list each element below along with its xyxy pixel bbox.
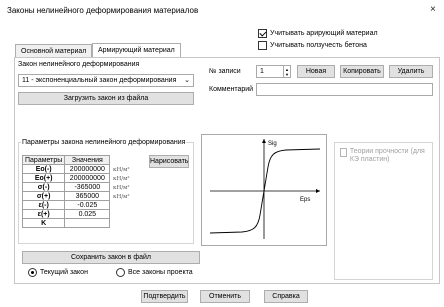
table-row: σ(-) -365000 (21, 182, 111, 192)
param-name: ε(-) (21, 200, 66, 210)
table-row: Eo(-) 200000000 (21, 164, 111, 174)
checkbox-box[interactable] (340, 148, 347, 157)
window-title: Законы нелинейного деформирования матери… (7, 6, 199, 15)
param-name: Eo(+) (21, 173, 66, 183)
cancel-button[interactable]: Отменить (200, 290, 250, 303)
param-name: σ(+) (21, 191, 66, 201)
table-row: Eo(+) 200000000 (21, 173, 111, 183)
help-button[interactable]: Справка (264, 290, 308, 303)
include-creep-checkbox[interactable]: Учитывать ползучесть бетона (258, 41, 367, 50)
delete-record-button[interactable]: Удалить (389, 65, 433, 78)
param-name: K (21, 218, 66, 228)
radio-all-laws[interactable]: Все законы проекта (116, 268, 193, 277)
close-icon[interactable]: × (430, 4, 436, 15)
params-group-title: Параметры закона нелинейного деформирова… (21, 139, 187, 146)
strength-theory-label: Теории прочности (для КЭ пластин) (349, 148, 425, 163)
law-graph-canvas: Sig Eps (209, 139, 321, 239)
new-record-button[interactable]: Новая (297, 65, 335, 78)
param-value[interactable]: 200000000 (64, 173, 111, 183)
unit-label: кН/м² (113, 185, 130, 191)
include-reinforcement-checkbox[interactable]: Учитывать арирующий материал (258, 29, 378, 38)
include-creep-label: Учитывать ползучесть бетона (270, 42, 367, 49)
param-value[interactable]: 0.025 (64, 209, 111, 219)
param-value[interactable]: -365000 (64, 182, 111, 192)
copy-record-button[interactable]: Копировать (340, 65, 384, 78)
law-select[interactable]: 11 - экспоненциальный закон деформирован… (18, 74, 194, 87)
y-axis-arrow-icon (262, 139, 266, 143)
tab-main-material[interactable]: Основной материал (15, 44, 93, 58)
record-number-input[interactable]: 1 (256, 65, 284, 78)
chevron-down-icon: ⌄ (184, 77, 190, 84)
radio-dot[interactable] (28, 268, 37, 277)
radio-dot[interactable] (116, 268, 125, 277)
include-reinforcement-label: Учитывать арирующий материал (270, 30, 378, 37)
x-axis-arrow-icon (316, 189, 320, 193)
param-value[interactable]: 365000 (64, 191, 111, 201)
param-value[interactable]: -0.025 (64, 200, 111, 210)
confirm-button[interactable]: Подтвердить (141, 290, 188, 303)
param-name: Eo(-) (21, 164, 66, 174)
x-axis-label: Eps (300, 197, 310, 203)
params-table: Параметры Значения Eo(-) 200000000 Eo(+) 2… (21, 155, 111, 228)
save-law-button[interactable]: Сохранить закон в файл (22, 251, 200, 264)
unit-label: кН/м² (113, 176, 130, 182)
radio-current-law[interactable]: Текущий закон (28, 268, 88, 277)
param-column-header: Параметры (21, 155, 66, 165)
table-row: K (21, 218, 111, 228)
radio-current-law-label: Текущий закон (40, 269, 88, 276)
value-column-header: Значения (64, 155, 111, 165)
units-column: кН/м² кН/м² кН/м² кН/м² (113, 166, 145, 202)
table-row: ε(+) 0.025 (21, 209, 111, 219)
tab-reinforcing-material[interactable]: Армирующий материал (92, 43, 181, 58)
draw-button[interactable]: Нарисовать (149, 155, 189, 168)
comment-label: Комментарий (209, 86, 254, 93)
load-law-button[interactable]: Загрузить закон из файла (18, 92, 194, 105)
unit-label: кН/м² (113, 194, 130, 200)
strength-theory-checkbox[interactable]: Теории прочности (для КЭ пластин) (340, 148, 430, 164)
law-heading: Закон нелинейного деформирования (18, 61, 140, 68)
chevron-down-icon[interactable]: ▼ (285, 72, 289, 77)
record-spinner[interactable]: ▲ ▼ (283, 65, 291, 78)
param-value[interactable]: 200000000 (64, 164, 111, 174)
checkbox-box[interactable] (258, 29, 267, 38)
unit-label: кН/м² (113, 167, 130, 173)
param-name: ε(+) (21, 209, 66, 219)
table-row: σ(+) 365000 (21, 191, 111, 201)
law-select-value: 11 - экспоненциальный закон деформирован… (22, 77, 177, 84)
comment-input[interactable] (256, 83, 433, 96)
checkbox-box[interactable] (258, 41, 267, 50)
radio-all-laws-label: Все законы проекта (128, 269, 193, 276)
param-name: σ(-) (21, 182, 66, 192)
param-value[interactable] (64, 218, 111, 228)
record-number-label: № записи (209, 68, 241, 75)
table-row: ε(-) -0.025 (21, 200, 111, 210)
y-axis-label: Sig (268, 141, 277, 147)
law-graph: Sig Eps (201, 134, 327, 246)
